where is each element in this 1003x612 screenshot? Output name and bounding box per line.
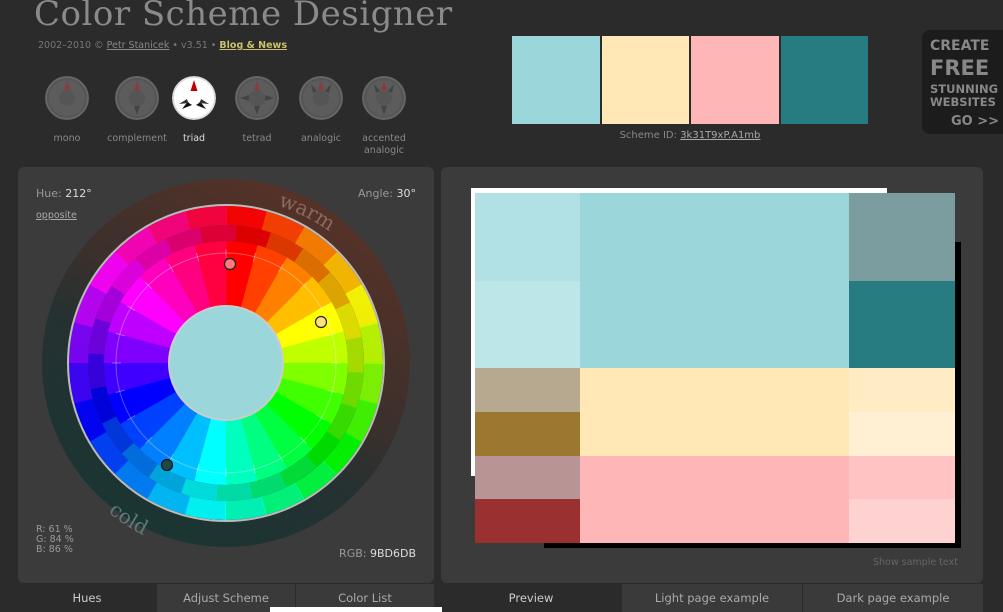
mode-tetrad[interactable]: tetrad [222,76,292,145]
mode-mono[interactable]: mono [32,76,102,145]
preview-cell[interactable] [849,455,955,500]
preview-cell[interactable] [849,411,955,456]
preview-cell[interactable] [849,280,955,368]
tab-dark-page-example[interactable]: Dark page example [803,584,983,612]
hues-panel: warm cold Hue: 212° opposite Angle: 30° … [18,167,434,583]
preview-cell[interactable] [475,499,580,543]
preview-color-grid [475,193,955,543]
blog-news-link[interactable]: Blog & News [219,40,287,51]
scheme-id-link[interactable]: 3k31T9xP.A1mb [680,130,760,141]
hue-wedge[interactable] [88,352,107,390]
preview-cell[interactable] [580,193,849,368]
analogic-mode-icon [299,76,343,120]
hue-handle-2[interactable] [314,315,328,329]
tetrad-mode-icon [235,76,279,120]
accented-analogic-mode-icon [362,76,406,120]
rgb-hex-value: 9BD6DB [369,547,416,560]
swatch-secondary-b[interactable] [691,36,779,124]
preview-cell[interactable] [475,411,580,456]
hue-handle-primary[interactable] [160,458,174,472]
rgb-label-text: RGB: [339,547,367,560]
preview-cell[interactable] [475,455,580,500]
preview-cell[interactable] [475,280,580,368]
version-text: • v3.51 • [169,40,220,51]
preview-cell[interactable] [849,499,955,543]
rgb-hex-readout: RGB: 9BD6DB [339,547,416,560]
tab-hues[interactable]: Hues [18,584,156,612]
preview-cell[interactable] [580,455,849,543]
hue-readout: Hue: 212° [36,187,92,200]
hue-wedge[interactable] [215,482,253,501]
triad-mode-icon [172,76,216,120]
mode-label: tetrad [242,133,272,144]
hue-wedge[interactable] [345,336,364,374]
mode-analogic[interactable]: analogic [286,76,356,145]
create-websites-ad[interactable]: CREATE FREE STUNNING WEBSITES GO >> [922,30,1003,134]
scheme-id: Scheme ID: 3k31T9xP.A1mb [512,130,868,141]
mode-label: mono [53,133,81,144]
opposite-link[interactable]: opposite [36,210,77,221]
preview-cell[interactable] [580,368,849,456]
mode-accented-analogic[interactable]: accented analogic [349,76,419,157]
swatch-primary[interactable] [512,36,600,124]
swatch-primary-dark[interactable] [780,36,868,124]
tab-preview[interactable]: Preview [441,584,621,612]
color-wheel[interactable]: warm cold [18,167,434,583]
hue-handle-1[interactable] [223,257,237,271]
preview-cell[interactable] [849,193,955,281]
mono-mode-icon [45,76,89,120]
preview-cell[interactable] [475,368,580,412]
ad-line4: WEBSITES [930,95,996,109]
mode-triad[interactable]: triad [159,76,229,145]
complement-mode-icon [115,76,159,120]
angle-label-text: Angle: [357,187,393,200]
preview-cell[interactable] [475,193,580,281]
credits-prefix: 2002–2010 © [38,40,107,51]
scheme-swatches [512,36,868,124]
scheme-id-label: Scheme ID: [619,130,681,141]
angle-value: 30° [396,187,417,200]
ad-line2: FREE [930,56,990,80]
mode-label: accented analogic [362,133,406,156]
center-color-swatch [168,305,284,421]
tab-light-page-example[interactable]: Light page example [622,584,802,612]
rgb-percent-readout: R: 61 % G: 84 % B: 86 % [36,525,74,555]
ad-line3: STUNNING [930,82,999,96]
ad-line1: CREATE [930,38,990,54]
mode-label: analogic [300,133,341,144]
credits-line: 2002–2010 © Petr Stanicek • v3.51 • Blog… [38,40,287,51]
b-percent: B: 86 % [36,544,73,555]
ad-go-button[interactable]: GO >> [951,114,999,129]
author-link[interactable]: Petr Stanicek [107,40,170,51]
swatch-secondary-a[interactable] [601,36,689,124]
hue-label-text: Hue: [36,187,62,200]
app-title: Color Scheme Designer [34,0,453,34]
tab-scrollbar[interactable] [270,607,442,612]
hue-value: 212° [65,187,92,200]
angle-readout: Angle: 30° [358,187,416,200]
preview-cell[interactable] [849,368,955,412]
mode-label: triad [182,133,206,144]
hue-wedge[interactable] [199,225,237,244]
show-sample-text-link[interactable]: Show sample text [873,557,958,568]
